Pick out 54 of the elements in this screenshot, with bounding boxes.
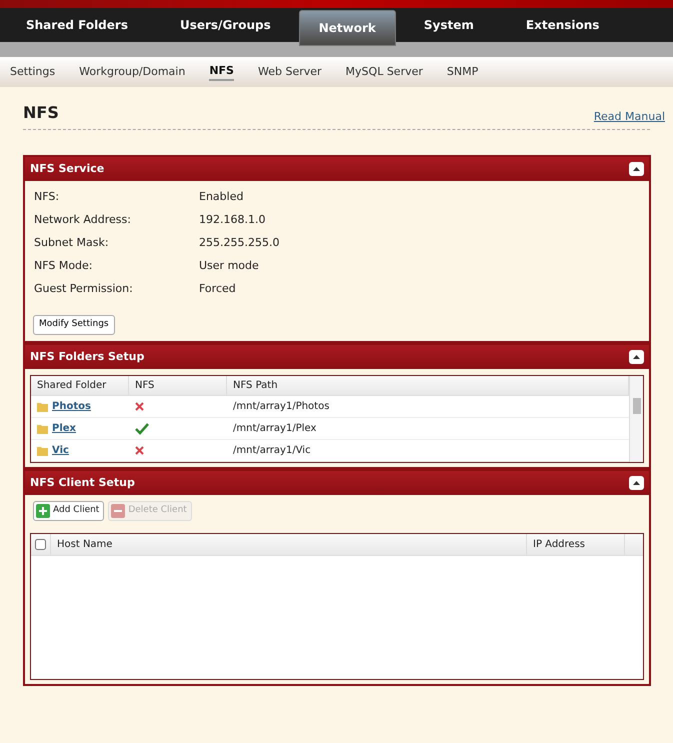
field-label: Guest Permission: bbox=[34, 280, 134, 297]
cross-icon bbox=[135, 446, 144, 455]
field-label: Network Address: bbox=[34, 212, 132, 228]
field-value: User mode bbox=[199, 258, 259, 274]
collapse-icon bbox=[633, 481, 640, 485]
column-header: Shared Folder bbox=[31, 376, 129, 395]
sub-nav-tab[interactable]: MySQL Server bbox=[346, 64, 423, 80]
sub-nav-tab[interactable]: Workgroup/Domain bbox=[79, 64, 186, 80]
sub-nav-tab[interactable]: Settings bbox=[10, 64, 56, 80]
main-nav-tab[interactable]: Extensions bbox=[500, 16, 626, 34]
field-label: NFS: bbox=[34, 188, 60, 205]
folder-icon bbox=[37, 445, 48, 456]
field-value: 255.255.255.0 bbox=[199, 234, 280, 251]
field-label: NFS Mode: bbox=[34, 258, 94, 274]
minus-icon bbox=[111, 504, 126, 518]
main-nav-tab[interactable]: Users/Groups bbox=[154, 16, 297, 34]
field-value: 192.168.1.0 bbox=[199, 212, 266, 228]
folder-icon bbox=[37, 401, 48, 412]
collapse-button[interactable] bbox=[629, 162, 644, 176]
sub-nav-tab[interactable]: Web Server bbox=[258, 64, 322, 80]
panel-title: NFS Client Setup bbox=[30, 474, 135, 491]
collapse-button[interactable] bbox=[629, 350, 644, 364]
panel-title: NFS Service bbox=[30, 160, 104, 177]
column-header: Host Name bbox=[51, 534, 527, 555]
main-nav-tab[interactable]: System bbox=[398, 16, 500, 34]
sub-nav-tab[interactable]: NFS bbox=[209, 62, 234, 82]
table-cell-text: /mnt/array1/Photos bbox=[232, 400, 330, 414]
cross-icon bbox=[135, 402, 144, 411]
field-value: Enabled bbox=[199, 188, 244, 205]
folder-icon bbox=[37, 423, 48, 434]
folder-link[interactable]: Photos bbox=[52, 399, 91, 414]
scrollbar[interactable] bbox=[629, 376, 643, 462]
collapse-icon bbox=[633, 355, 640, 359]
table-cell-text: /mnt/array1/Vic bbox=[232, 444, 312, 458]
field-value: Forced bbox=[199, 280, 236, 297]
column-header: IP Address bbox=[527, 534, 625, 555]
page-title: NFS bbox=[23, 102, 59, 124]
main-nav-tab[interactable]: Network bbox=[298, 10, 396, 46]
column-header: NFS bbox=[129, 376, 227, 395]
read-manual-link[interactable]: Read Manual bbox=[594, 108, 665, 125]
table-cell-text: /mnt/array1/Plex bbox=[232, 422, 318, 436]
main-nav-tab[interactable]: Shared Folders bbox=[0, 16, 154, 34]
folder-link[interactable]: Plex bbox=[52, 421, 76, 436]
check-icon bbox=[135, 422, 149, 434]
collapse-icon bbox=[633, 167, 640, 171]
select-all-checkbox[interactable] bbox=[35, 539, 46, 550]
plus-icon bbox=[36, 504, 50, 518]
panel-title: NFS Folders Setup bbox=[30, 348, 144, 365]
collapse-button[interactable] bbox=[629, 476, 644, 490]
folder-link[interactable]: Vic bbox=[52, 443, 69, 458]
field-label: Subnet Mask: bbox=[34, 234, 110, 251]
sub-nav-tab[interactable]: SNMP bbox=[446, 64, 478, 80]
modify-settings-button[interactable]: Modify Settings bbox=[33, 315, 115, 335]
add-client-button[interactable]: Add Client bbox=[33, 501, 104, 521]
